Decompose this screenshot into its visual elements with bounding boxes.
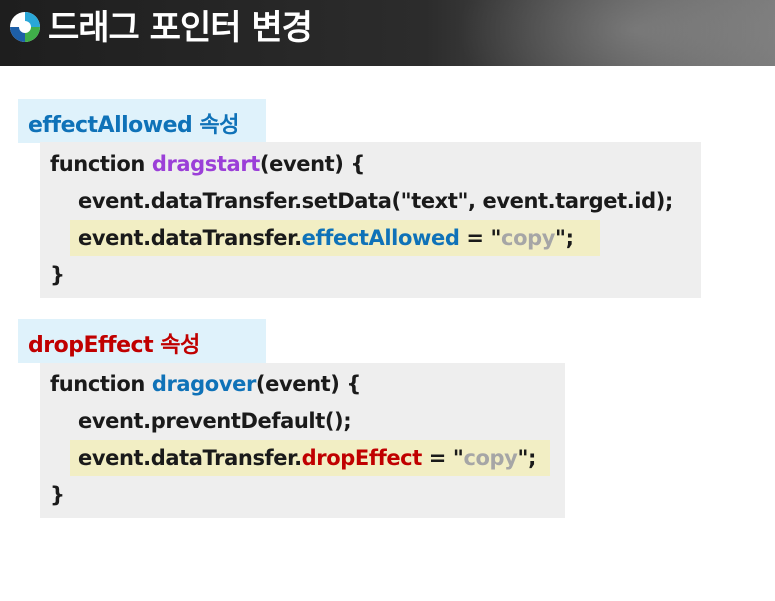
section-label-drop-effect: dropEffect 속성 <box>18 319 266 363</box>
code-function-name: dragover <box>151 372 257 396</box>
code-string-value: copy <box>463 446 518 470</box>
code-property: effectAllowed <box>301 226 460 250</box>
code-object: event.dataTransfer. <box>78 446 302 470</box>
code-line-function-signature: function dragstart(event) { <box>50 146 365 182</box>
code-string-value: copy <box>501 226 556 250</box>
page-title: 드래그 포인터 변경 <box>48 8 313 48</box>
code-params: (event) { <box>259 152 365 176</box>
code-line-closing-brace: } <box>50 483 65 507</box>
code-terminator: "; <box>517 446 536 470</box>
section-label-effect-allowed: effectAllowed 속성 <box>18 99 266 143</box>
code-assign: = " <box>459 226 502 250</box>
code-line-effect-allowed: event.dataTransfer.effectAllowed = "copy… <box>70 220 600 256</box>
code-params: (event) { <box>255 372 361 396</box>
code-assign: = " <box>421 446 464 470</box>
section-label-text: effectAllowed 속성 <box>28 113 239 138</box>
circle-swirl-logo-icon <box>10 12 40 42</box>
section-label-text: dropEffect 속성 <box>28 333 200 358</box>
code-keyword: function <box>50 372 152 396</box>
code-terminator: "; <box>555 226 574 250</box>
code-block-dragstart: function dragstart(event) { event.dataTr… <box>40 142 701 298</box>
code-object: event.dataTransfer. <box>78 226 302 250</box>
code-line-function-signature: function dragover(event) { <box>50 366 361 402</box>
code-line-setdata: event.dataTransfer.setData("text", event… <box>78 189 673 213</box>
code-property: dropEffect <box>301 446 423 470</box>
code-line-drop-effect: event.dataTransfer.dropEffect = "copy"; <box>70 440 550 476</box>
code-line-prevent-default: event.preventDefault(); <box>78 409 352 433</box>
code-block-dragover: function dragover(event) { event.prevent… <box>40 363 565 518</box>
code-keyword: function <box>50 152 152 176</box>
code-line-closing-brace: } <box>50 263 65 287</box>
code-function-name: dragstart <box>151 152 261 176</box>
